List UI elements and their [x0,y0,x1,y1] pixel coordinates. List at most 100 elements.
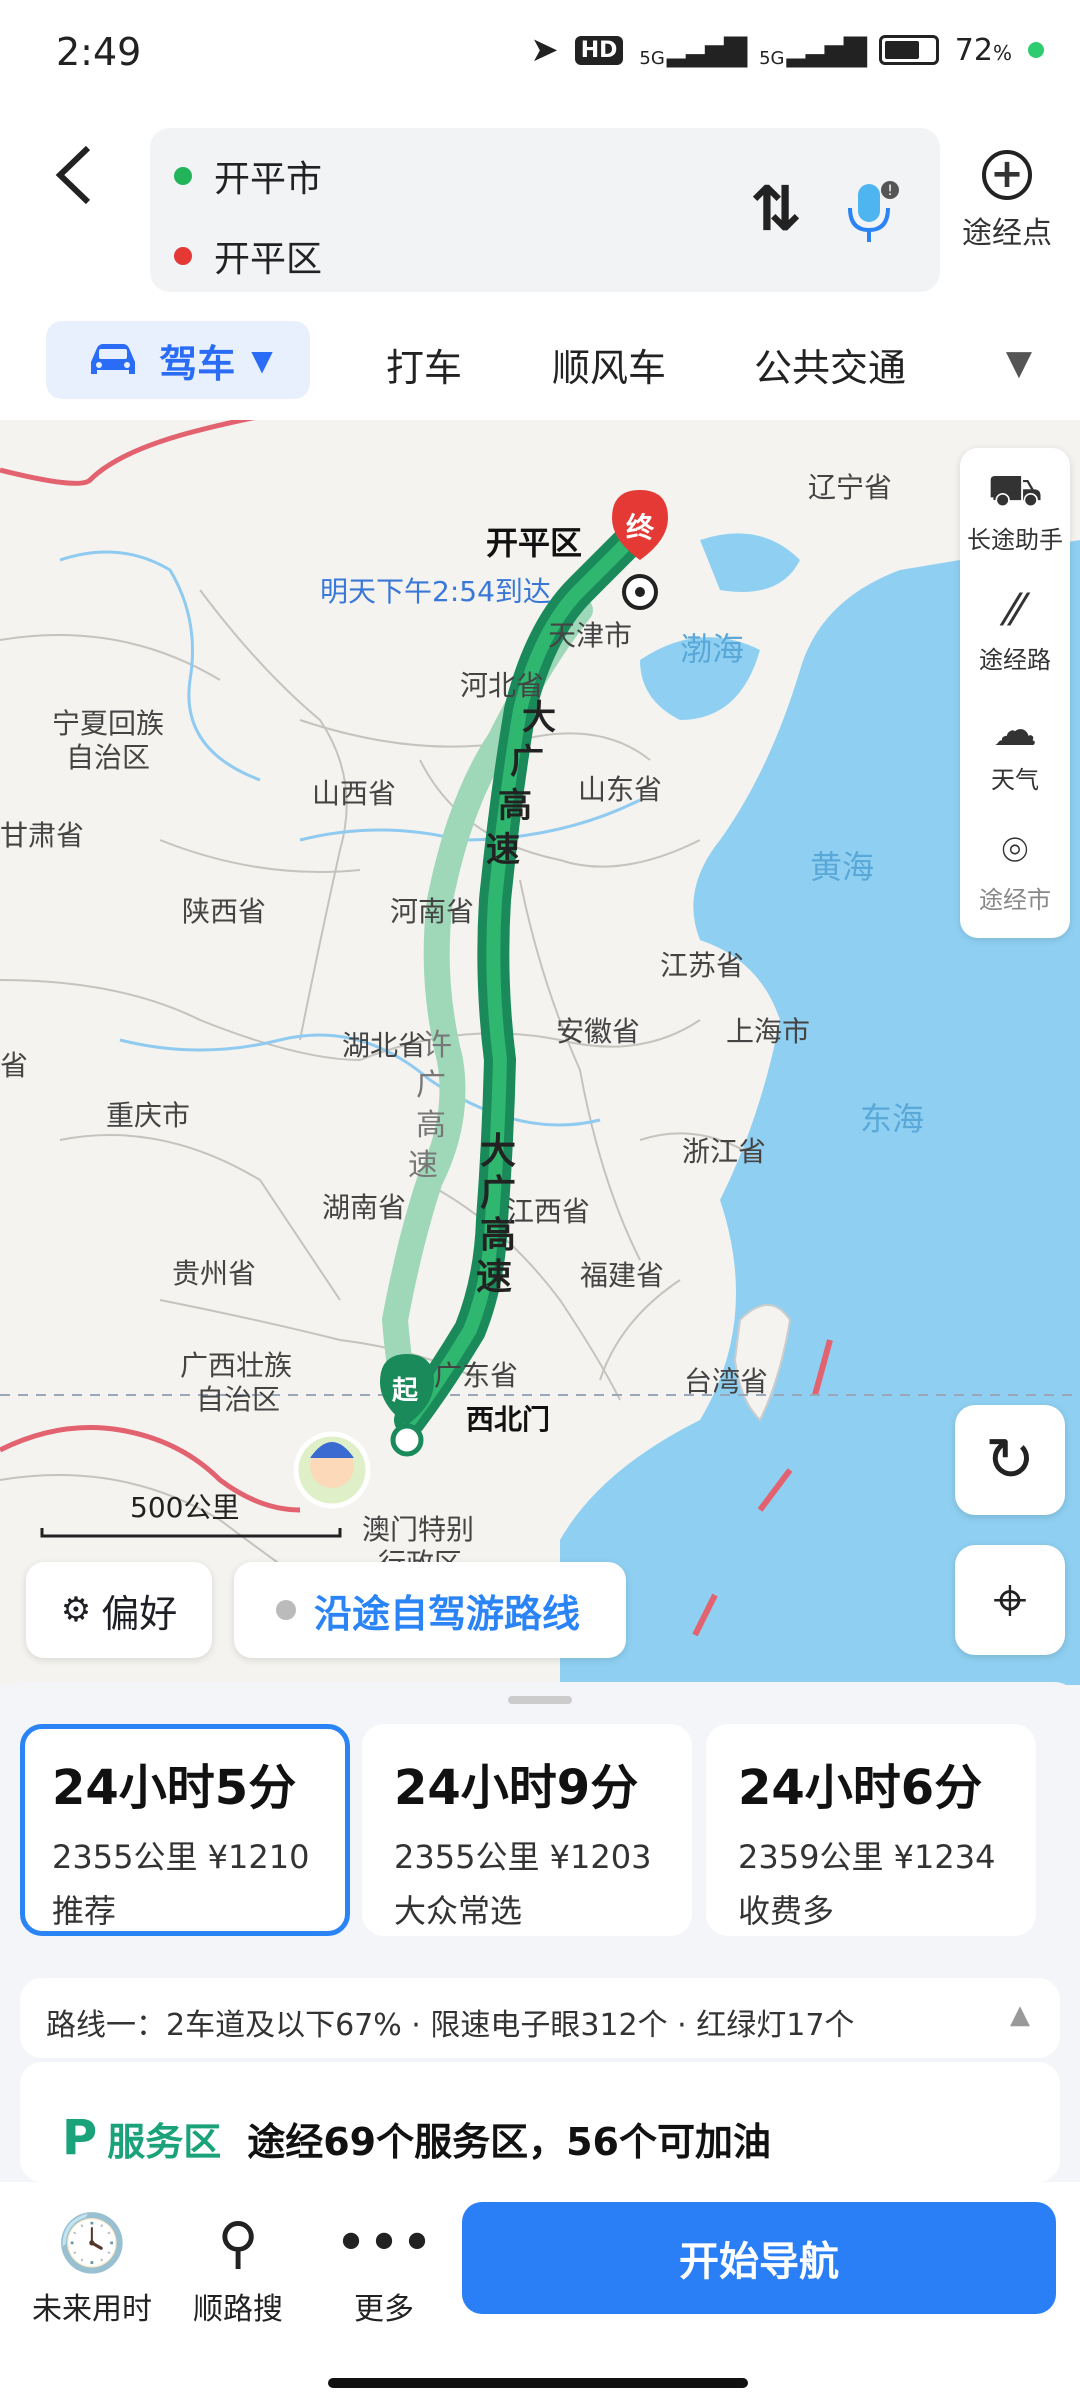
service-area-text: 途经69个服务区，56个可加油 [247,2119,771,2164]
place-label: 山东省 [578,773,663,806]
destination-field[interactable]: 开平区 [174,230,322,282]
route-input-box: 开平市 开平区 ⇅ ! [150,128,940,292]
place-label: 湖南省 [322,1191,407,1224]
weather-button[interactable]: ☁ 天气 [960,704,1070,795]
map-dest-name: 开平区 [486,524,583,562]
locate-icon: ⌖ [993,1565,1027,1635]
route-sheet: 24小时5分 2355公里 ¥1210 推荐 24小时9分 2355公里 ¥12… [0,1682,1080,2182]
road-icon: ⁄⁄ [1007,585,1023,636]
origin-dot-icon [174,167,192,185]
place-label: 上海市 [726,1015,811,1048]
more-dots-icon: ••• [334,2211,434,2276]
place-label: 台湾省 [684,1365,769,1398]
route-option-2[interactable]: 24小时9分 2355公里 ¥1203 大众常选 [362,1724,692,1936]
road-label-alt-4: 速 [408,1148,438,1183]
location-icon: ➤ [530,30,559,70]
route-option-3[interactable]: 24小时6分 2359公里 ¥1234 收费多 [706,1724,1036,1936]
place-label: 河南省 [390,895,475,928]
place-label: 江西省 [506,1195,591,1228]
signal-icon-2: 5G ▂▃▅▇ [759,32,867,69]
more-modes-icon[interactable]: ▼ [1006,343,1032,383]
svg-text:!: ! [887,183,893,199]
place-label: 江苏省 [660,949,745,982]
map-start-marker-text: 起 [392,1376,419,1406]
plus-circle-icon: + [982,150,1032,200]
road-label-main-3: 高 [498,786,532,826]
battery-percent: 72% [954,32,1012,68]
road-label-main-2: 广 [510,742,544,782]
tab-transit[interactable]: 公共交通 [754,337,906,392]
swap-icon[interactable]: ⇅ [750,172,802,245]
road-label-alt-2: 广 [416,1068,446,1103]
place-label: 天津市 [548,619,633,652]
battery-fill [884,41,920,59]
place-label: 山西省 [312,777,397,810]
map-arrival-label: 明天下午2:54到达 [320,575,551,608]
place-label: 贵州省 [172,1257,257,1290]
place-label: 浙江省 [682,1135,767,1168]
signal-icon-1: 5G ▂▃▅▇ [639,32,747,69]
sheet-handle[interactable] [508,1696,572,1704]
map-start-name: 西北门 [466,1403,551,1436]
refresh-icon: ↻ [984,1425,1036,1495]
battery-icon [878,35,939,65]
cloud-icon: ☁ [993,705,1037,756]
sliders-icon: ⚙ [60,1590,92,1630]
future-time-button[interactable]: 🕓 未来用时 [22,2204,162,2328]
tab-carpool[interactable]: 顺风车 [552,337,666,392]
refresh-button[interactable]: ↻ [955,1405,1065,1515]
dot-icon [276,1600,296,1620]
place-label: 重庆市 [106,1099,191,1132]
hd-icon: HD [574,35,624,65]
origin-field[interactable]: 开平市 [174,150,322,202]
place-label: 自治区 [66,741,151,774]
start-navigation-button[interactable]: 开始导航 [462,2202,1056,2314]
travel-mode-tabs: 驾车 ▼ 打车 顺风车 公共交通 ▼ [0,315,1080,405]
map-dest-marker-text: 终 [626,511,655,544]
back-button[interactable] [50,140,120,220]
via-road-button[interactable]: ⁄⁄ 途经路 [960,584,1070,675]
tab-drive[interactable]: 驾车 ▼ [46,321,310,399]
place-label: 省 [0,1049,29,1082]
place-label: 辽宁省 [808,471,893,504]
place-label: 陕西省 [182,895,267,928]
route-option-1[interactable]: 24小时5分 2355公里 ¥1210 推荐 [20,1724,350,1936]
city-pin-icon: ⌾ [1001,825,1029,876]
via-city-button[interactable]: ⌾ 途经市 [960,824,1070,915]
route-details-bar[interactable]: 路线一：2车道及以下67% · 限速电子眼312个 · 红绿灯17个 ▲ [20,1978,1060,2058]
map-scale-label: 500公里 [130,1491,240,1524]
search-along-button[interactable]: ⚲ 顺路搜 [168,2204,308,2328]
tab-taxi[interactable]: 打车 [386,337,462,392]
sea-label: 黄海 [810,848,875,886]
service-area-row[interactable]: P 服务区 途经69个服务区，56个可加油 [20,2062,1060,2182]
navigation-screen: 2:49 ➤ HD 5G ▂▃▅▇ 5G ▂▃▅▇ 72% 开平市 开平区 ⇅ … [0,0,1080,2400]
bottom-action-bar: 🕓 未来用时 ⚲ 顺路搜 ••• 更多 开始导航 [0,2182,1080,2400]
chevron-left-icon [55,145,91,205]
microphone-icon[interactable]: ! [840,178,900,248]
status-bar: 2:49 ➤ HD 5G ▂▃▅▇ 5G ▂▃▅▇ 72% [0,0,1080,110]
place-label: 湖北省 [342,1029,427,1062]
locate-button[interactable]: ⌖ [955,1545,1065,1655]
long-trip-assistant-button[interactable]: ⛟ 长途助手 [960,464,1070,555]
car-assistant-icon: ⛟ [987,465,1043,516]
place-label: 福建省 [580,1259,665,1292]
clock-icon: 🕓 [57,2211,127,2276]
place-label: 安徽省 [556,1015,641,1048]
self-drive-tour-button[interactable]: 沿途自驾游路线 [234,1562,626,1658]
sea-label: 渤海 [680,630,745,668]
status-dot [1028,42,1044,58]
map-view[interactable]: 开平区 终 明天下午2:54到达 起 西北门 500公里 大 广 高 速 大 广… [0,420,1080,1685]
place-label: 河北省 [460,669,545,702]
route-header: 开平市 开平区 ⇅ ! + 途经点 驾车 ▼ 打车 顺风车 公共交通 ▼ [0,110,1080,420]
service-area-label: 服务区 [107,2119,222,2164]
home-indicator [328,2378,748,2388]
status-icons: ➤ HD 5G ▂▃▅▇ 5G ▂▃▅▇ 72% [530,30,1044,70]
preference-button[interactable]: ⚙ 偏好 [26,1562,212,1658]
road-label-alt-1: 许 [422,1028,452,1063]
caret-down-icon: ▼ [251,343,273,377]
add-waypoint-button[interactable]: + 途经点 [952,150,1062,252]
search-icon: ⚲ [217,2211,259,2276]
more-button[interactable]: ••• 更多 [314,2204,454,2328]
road-label-alt-3: 高 [416,1108,446,1143]
place-label: 广东省 [434,1359,519,1392]
